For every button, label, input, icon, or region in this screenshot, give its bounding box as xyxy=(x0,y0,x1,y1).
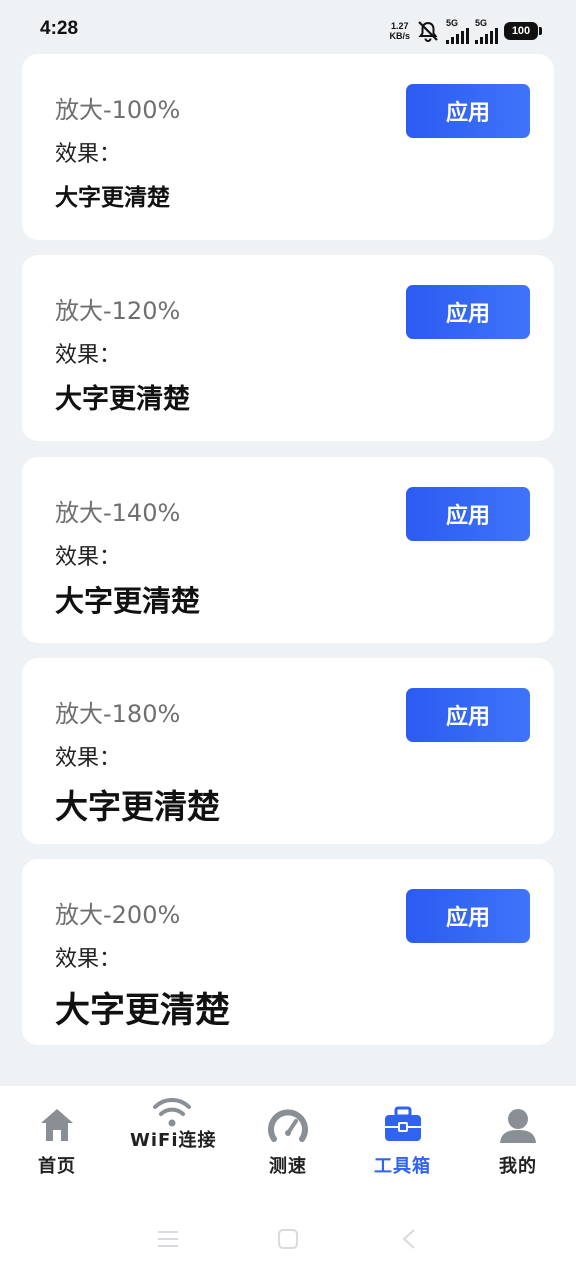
zoom-option-card: 放大-120% 效果： 大字更清楚 应用 xyxy=(22,255,554,441)
menu-icon[interactable] xyxy=(156,1228,180,1250)
zoom-option-card: 放大-140% 效果： 大字更清楚 应用 xyxy=(22,457,554,643)
tab-toolbox[interactable]: 工具箱 xyxy=(374,1106,431,1178)
tab-label: 测速 xyxy=(269,1156,307,1177)
home-square-icon[interactable] xyxy=(277,1228,299,1250)
apply-button[interactable]: 应用 xyxy=(406,285,530,339)
status-bar: 4:28 1.27 KB/s 5G 5G 100 xyxy=(0,0,576,54)
zoom-level-label: 放大-140% xyxy=(55,499,181,527)
home-icon xyxy=(41,1109,73,1141)
system-navigation-bar xyxy=(0,1228,576,1262)
zoom-level-label: 放大-100% xyxy=(55,96,181,124)
zoom-option-card: 放大-100% 效果： 大字更清楚 应用 xyxy=(22,54,554,240)
effect-sample-text: 大字更清楚 xyxy=(55,787,220,826)
user-icon xyxy=(500,1109,536,1143)
speedometer-icon xyxy=(268,1109,308,1142)
zoom-option-card: 放大-180% 效果： 大字更清楚 应用 xyxy=(22,658,554,844)
tab-label: WiFi连接 xyxy=(130,1130,217,1151)
effect-sample-text: 大字更清楚 xyxy=(55,185,170,211)
signal-sim1: 5G xyxy=(446,18,469,44)
tab-label: 我的 xyxy=(499,1156,537,1177)
back-icon[interactable] xyxy=(400,1228,418,1250)
tab-label: 首页 xyxy=(38,1156,76,1177)
zoom-level-label: 放大-180% xyxy=(55,700,181,728)
effect-label: 效果： xyxy=(55,142,122,167)
battery-indicator: 100 xyxy=(504,22,542,40)
tab-wifi[interactable]: WiFi连接 xyxy=(130,1096,220,1154)
apply-button[interactable]: 应用 xyxy=(406,688,530,742)
effect-sample-text: 大字更清楚 xyxy=(55,584,201,618)
zoom-level-label: 放大-200% xyxy=(55,901,181,929)
status-time: 4:28 xyxy=(40,18,79,39)
status-icons: 1.27 KB/s 5G 5G 100 xyxy=(389,18,542,44)
apply-button[interactable]: 应用 xyxy=(406,487,530,541)
network-speed: 1.27 KB/s xyxy=(389,21,410,41)
apply-button[interactable]: 应用 xyxy=(406,84,530,138)
effect-label: 效果： xyxy=(55,545,122,570)
signal-sim2: 5G xyxy=(475,18,498,44)
effect-sample-text: 大字更清楚 xyxy=(55,991,231,1031)
wifi-icon xyxy=(153,1097,191,1127)
zoom-level-label: 放大-120% xyxy=(55,297,181,325)
effect-label: 效果： xyxy=(55,746,122,771)
tab-profile[interactable]: 我的 xyxy=(499,1106,537,1178)
bell-off-icon xyxy=(418,21,438,42)
effect-sample-text: 大字更清楚 xyxy=(55,384,190,415)
tab-label: 工具箱 xyxy=(374,1156,431,1177)
tab-speedtest[interactable]: 测速 xyxy=(268,1106,308,1178)
tab-home[interactable]: 首页 xyxy=(38,1106,76,1178)
zoom-option-card: 放大-200% 效果： 大字更清楚 应用 xyxy=(22,859,554,1045)
effect-label: 效果： xyxy=(55,343,122,368)
toolbox-icon xyxy=(384,1106,421,1141)
apply-button[interactable]: 应用 xyxy=(406,889,530,943)
effect-label: 效果： xyxy=(55,947,122,972)
